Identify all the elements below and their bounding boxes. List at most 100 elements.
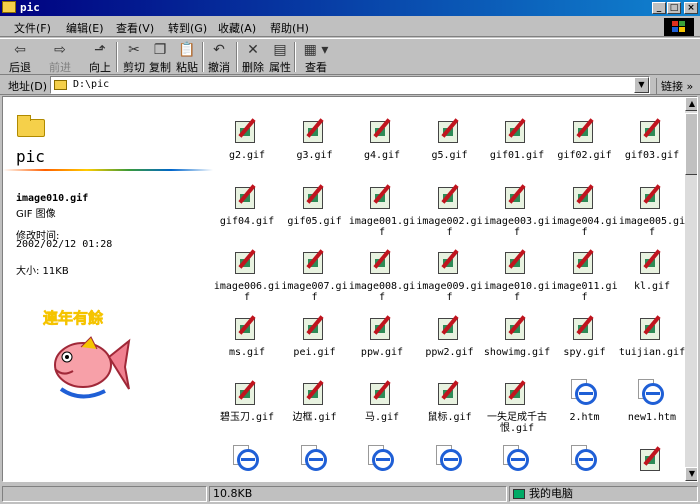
file-item[interactable]: 碧玉刀.gif	[213, 377, 281, 423]
file-item[interactable]: image002.gif	[416, 181, 484, 238]
file-item[interactable]: pei.gif	[281, 312, 349, 358]
file-item[interactable]: image005.gif	[618, 181, 686, 238]
file-item[interactable]: image006.gif	[213, 246, 281, 303]
file-item[interactable]: 2.htm	[551, 377, 619, 423]
file-item[interactable]: gif02.gif	[551, 115, 619, 161]
modified-date: 2002/02/12 01:28	[16, 239, 113, 250]
file-name: gif02.gif	[557, 150, 612, 161]
file-item[interactable]: showimg.gif	[483, 312, 551, 358]
address-dropdown-button[interactable]: ▼	[634, 77, 649, 93]
file-name: g2.gif	[228, 150, 266, 161]
file-item[interactable]: ppw2.gif	[416, 312, 484, 358]
file-name: gif05.gif	[287, 215, 342, 227]
file-item[interactable]: spy.gif	[551, 312, 619, 358]
gif-image-icon	[366, 246, 398, 278]
properties-icon: ▤	[273, 42, 287, 58]
gif-image-icon	[366, 115, 398, 147]
file-item[interactable]	[416, 443, 484, 478]
scroll-thumb[interactable]	[685, 113, 697, 175]
vertical-scrollbar[interactable]: ▲ ▼	[685, 97, 697, 481]
file-item[interactable]: tuijian.gif	[618, 312, 686, 358]
up-button[interactable]: ⬏ 向上	[86, 41, 114, 74]
undo-button[interactable]: ↶ 撤消	[205, 41, 233, 74]
file-item[interactable]: g3.gif	[281, 115, 349, 161]
gif-image-icon	[569, 181, 601, 213]
file-item[interactable]: gif03.gif	[618, 115, 686, 161]
file-item[interactable]	[348, 443, 416, 478]
delete-button[interactable]: ✕ 删除	[239, 41, 267, 74]
forward-button[interactable]: ⇨ 前进	[46, 41, 74, 74]
file-item[interactable]	[618, 443, 686, 478]
file-item[interactable]: g5.gif	[416, 115, 484, 161]
file-name: 边框.gif	[292, 412, 337, 423]
file-item[interactable]: ms.gif	[213, 312, 281, 358]
file-item[interactable]: 一失足成千古恨.gif	[483, 377, 551, 434]
file-item[interactable]: image001.gif	[348, 181, 416, 238]
fish-preview-image: 連年有餘	[43, 309, 131, 399]
menu-file[interactable]: 文件(F)	[14, 20, 51, 36]
close-button[interactable]: ×	[684, 2, 698, 14]
gif-image-icon	[501, 246, 533, 278]
maximize-button[interactable]: □	[667, 2, 681, 14]
selected-file-name: image010.gif	[16, 193, 89, 204]
file-item[interactable]: image011.gif	[551, 246, 619, 303]
file-item[interactable]: gif01.gif	[483, 115, 551, 161]
links-button[interactable]: 链接 »	[656, 78, 693, 94]
file-list: g2.gif g3.gif g4.gif g5.gif gif01.gif gif02.g…	[213, 97, 686, 481]
file-name: image011.gif	[551, 281, 618, 303]
gif-image-icon	[569, 246, 601, 278]
scroll-up-button[interactable]: ▲	[685, 97, 697, 111]
gif-image-icon	[636, 246, 668, 278]
file-item[interactable]: 边框.gif	[281, 377, 349, 423]
gif-image-icon	[299, 115, 331, 147]
file-item[interactable]	[281, 443, 349, 478]
back-button[interactable]: ⇦ 后退	[6, 41, 34, 74]
menu-favorites[interactable]: 收藏(A)	[218, 20, 256, 36]
file-item[interactable]: gif04.gif	[213, 181, 281, 227]
cut-button[interactable]: ✂ 剪切	[120, 41, 148, 74]
file-item[interactable]: image009.gif	[416, 246, 484, 303]
file-item[interactable]: image010.gif	[483, 246, 551, 303]
file-item[interactable]: kl.gif	[618, 246, 686, 292]
properties-button[interactable]: ▤ 属性	[266, 41, 294, 74]
file-item[interactable]: ppw.gif	[348, 312, 416, 358]
gif-image-icon	[231, 115, 263, 147]
gif-image-icon	[501, 181, 533, 213]
file-item[interactable]: 鼠标.gif	[416, 377, 484, 423]
file-name: 碧玉刀.gif	[219, 412, 275, 423]
file-item[interactable]: image008.gif	[348, 246, 416, 303]
menu-edit[interactable]: 编辑(E)	[66, 20, 104, 36]
menu-go[interactable]: 转到(G)	[168, 20, 207, 36]
file-item[interactable]: g2.gif	[213, 115, 281, 161]
gif-image-icon	[569, 115, 601, 147]
file-item[interactable]	[483, 443, 551, 478]
file-name: ppw2.gif	[425, 346, 474, 358]
file-name: g4.gif	[363, 150, 401, 161]
folder-icon	[17, 115, 45, 137]
file-name: image006.gif	[213, 281, 281, 303]
paste-button[interactable]: 📋 粘贴	[173, 41, 201, 74]
file-item[interactable]: image007.gif	[281, 246, 349, 303]
minimize-button[interactable]: _	[652, 2, 666, 14]
file-item[interactable]: 马.gif	[348, 377, 416, 423]
computer-icon	[513, 489, 525, 499]
file-item[interactable]: image004.gif	[551, 181, 619, 238]
file-item[interactable]: g4.gif	[348, 115, 416, 161]
status-zone: 我的电脑	[509, 486, 698, 502]
file-item[interactable]: image003.gif	[483, 181, 551, 238]
views-button[interactable]: ▦ ▾ 查看	[298, 41, 334, 74]
content-area: pic image010.gif GIF 图像 修改时间: 2002/02/12…	[2, 96, 698, 482]
file-name: g5.gif	[431, 150, 468, 161]
clipboard-icon: 📋	[178, 42, 196, 58]
copy-button[interactable]: ❐ 复制	[146, 41, 174, 74]
file-item[interactable]: new1.htm	[618, 377, 686, 423]
file-item[interactable]	[551, 443, 619, 478]
menu-view[interactable]: 查看(V)	[116, 20, 154, 36]
gif-image-icon	[636, 443, 668, 475]
address-input[interactable]: D:\pic ▼	[50, 76, 650, 94]
file-item[interactable]: gif05.gif	[281, 181, 349, 227]
menu-help[interactable]: 帮助(H)	[270, 20, 309, 36]
gif-image-icon	[299, 377, 331, 409]
scroll-down-button[interactable]: ▼	[685, 467, 697, 481]
file-item[interactable]	[213, 443, 281, 478]
